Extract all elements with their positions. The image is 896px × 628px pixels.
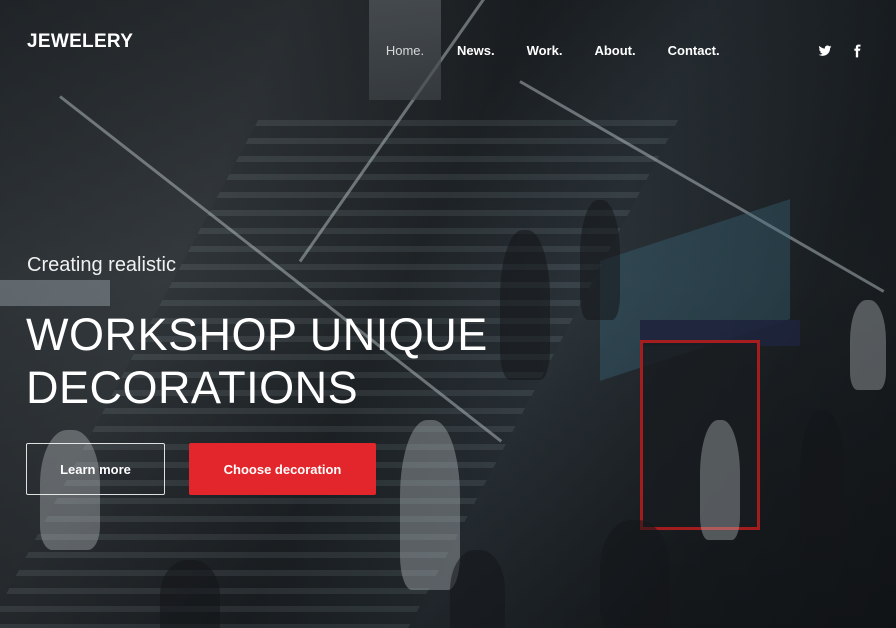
nav-item-about[interactable]: About. [578,0,651,100]
station-sign [0,280,110,306]
person-silhouette [600,520,670,628]
social-links [818,44,864,58]
person-silhouette [450,550,505,628]
person-silhouette [850,300,886,390]
person-silhouette [700,420,740,540]
nav-item-home[interactable]: Home. [369,0,441,100]
person-silhouette [580,200,620,320]
site-logo[interactable]: JEWELERY [27,31,133,53]
hero-section: JEWELERY Home. News. Work. About. Contac… [0,0,896,628]
hero-headline: WORKSHOP UNIQUE DECORATIONS [26,308,546,414]
nav-item-news[interactable]: News. [441,0,511,100]
headline-line-2: DECORATIONS [26,362,359,413]
person-silhouette [160,560,220,628]
main-nav: Home. News. Work. About. Contact. [369,0,736,100]
nav-item-work[interactable]: Work. [511,0,579,100]
headline-line-1: WORKSHOP UNIQUE [26,309,488,360]
learn-more-button[interactable]: Learn more [26,443,165,495]
person-silhouette [400,420,460,590]
person-silhouette [800,410,845,560]
twitter-icon[interactable] [818,44,832,58]
choose-decoration-button[interactable]: Choose decoration [189,443,376,495]
facebook-icon[interactable] [850,44,864,58]
nav-item-contact[interactable]: Contact. [652,0,736,100]
hero-kicker: Creating realistic [27,254,176,276]
